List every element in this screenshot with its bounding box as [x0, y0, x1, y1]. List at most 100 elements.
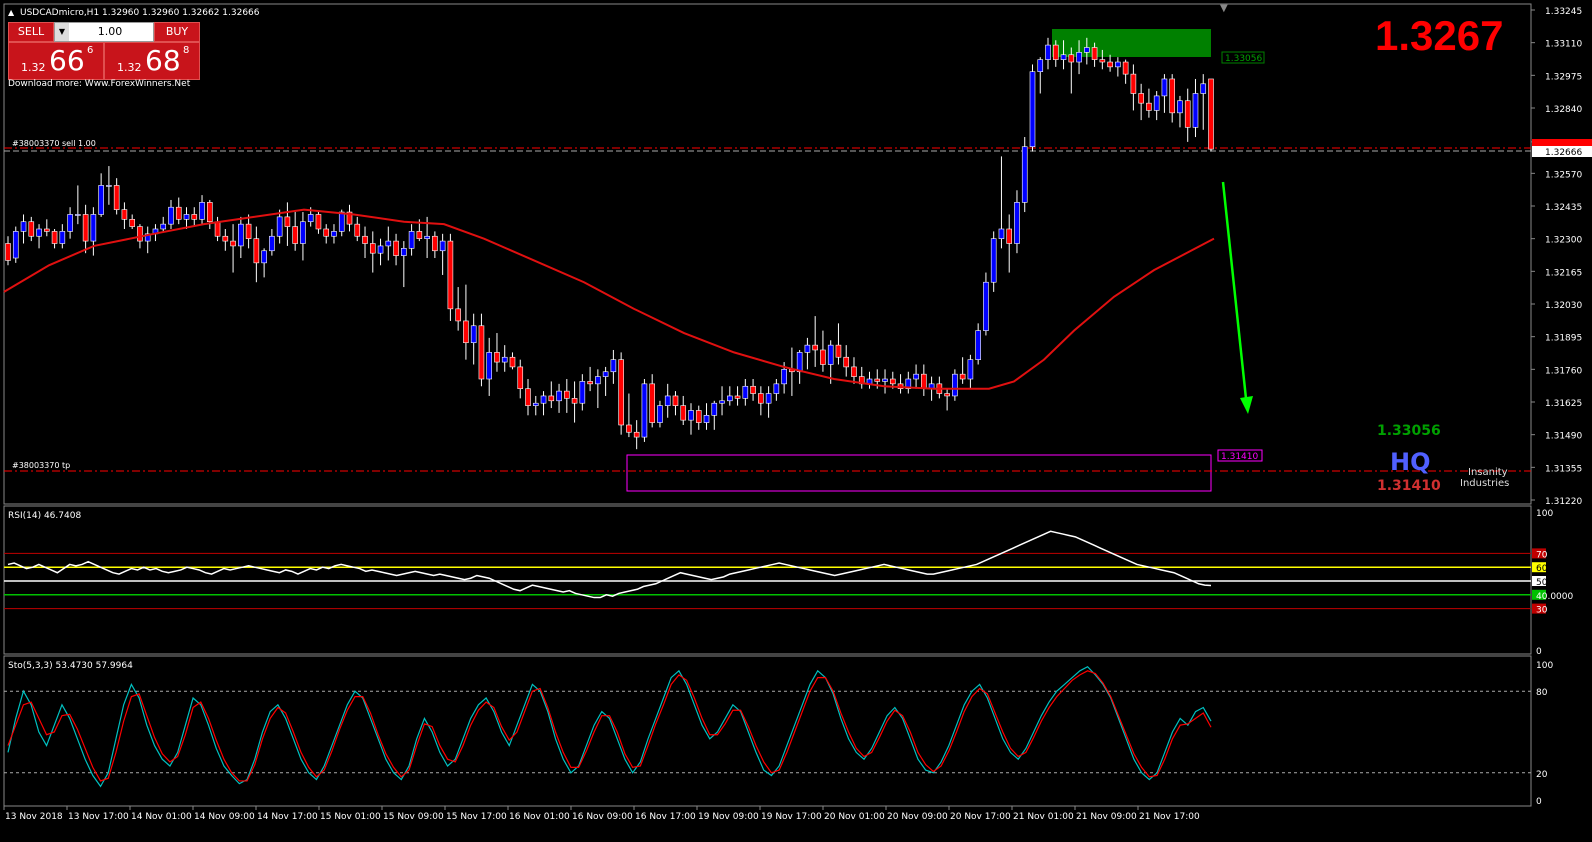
rsi-axis: 100 70 60.0000 50.0000 40.0000 30 0	[1532, 509, 1573, 657]
time-axis: 13 Nov 2018 13 Nov 17:00 14 Nov 01:00 14 No…	[3, 806, 1200, 822]
time-tick-label: 14 Nov 01:00	[131, 812, 192, 822]
time-tick-label: 20 Nov 17:00	[950, 812, 1011, 822]
price-tick-label: 1.31220	[1545, 497, 1582, 507]
candle-body	[944, 393, 950, 397]
candle-body	[1161, 78, 1168, 97]
candle-body	[812, 344, 818, 351]
candle-body	[835, 344, 842, 358]
candle-body	[478, 325, 485, 380]
candle-body	[183, 214, 190, 220]
candle-body	[1184, 100, 1191, 128]
candle-body	[626, 424, 632, 433]
candle-body	[137, 226, 143, 242]
candle-body	[245, 223, 252, 239]
candle-body	[28, 221, 35, 237]
candle-body	[432, 235, 438, 252]
rsi-tick-label: 100	[1536, 509, 1553, 519]
price-tick-label: 1.31490	[1545, 432, 1582, 442]
candle-body	[975, 330, 981, 360]
candle-body	[726, 395, 733, 402]
time-tick-label: 15 Nov 17:00	[446, 812, 507, 822]
candle-body	[587, 381, 593, 385]
candle-body	[990, 238, 997, 283]
price-tick-label: 1.32570	[1545, 170, 1582, 180]
candle-body	[827, 344, 834, 365]
candle-body	[447, 240, 454, 310]
ask-big: 68	[145, 44, 181, 77]
candle-body	[354, 223, 361, 237]
chart-canvas[interactable]: ▲ USDCADmicro,H1 1.32960 1.32960 1.32662…	[0, 0, 1592, 842]
candle-body	[1076, 52, 1082, 63]
price-tick-label: 1.32165	[1545, 268, 1582, 278]
price-tick-label: 1.32840	[1545, 105, 1582, 115]
candle-body	[494, 352, 500, 363]
candle-body	[1060, 54, 1067, 60]
rsi-tick-label: 40.0000	[1536, 592, 1573, 602]
candle-body	[1200, 83, 1207, 94]
current-price-tag-text: 1.32666	[1545, 148, 1582, 158]
candle-body	[804, 344, 811, 353]
lot-size-value[interactable]: 1.00	[71, 23, 149, 41]
candle-body	[160, 223, 167, 230]
candle-body	[758, 393, 764, 404]
candle-body	[657, 405, 663, 423]
price-tick-label: 1.33245	[1545, 7, 1582, 17]
sell-button[interactable]: SELL	[8, 22, 54, 42]
candle-body	[711, 402, 718, 416]
candle-body	[455, 308, 461, 322]
supply-zone	[1052, 29, 1211, 57]
price-tick-label: 1.32030	[1545, 301, 1582, 311]
candle-body	[12, 231, 19, 259]
candle-body	[168, 206, 174, 225]
candle-body	[331, 231, 337, 237]
candle-body	[1208, 78, 1214, 150]
buy-button[interactable]: BUY	[154, 22, 200, 42]
candle-body	[1037, 59, 1044, 73]
candle-body	[463, 320, 469, 344]
candle-body	[121, 209, 128, 220]
candle-body	[51, 231, 58, 244]
lot-size-field[interactable]: ▼ 1.00	[54, 22, 154, 42]
candle-body	[191, 214, 198, 220]
bid-sup: 6	[87, 45, 94, 56]
time-tick-label: 20 Nov 01:00	[824, 812, 885, 822]
candle-body	[424, 235, 430, 239]
ask-price-button[interactable]: 1.32 68 8	[104, 42, 200, 80]
candle-body	[175, 206, 182, 220]
rsi-tick-label: 0	[1536, 647, 1542, 657]
candle-body	[1029, 71, 1036, 148]
candle-body	[882, 378, 888, 382]
bid-price-button[interactable]: 1.32 66 6	[8, 42, 104, 80]
candle-body	[571, 398, 578, 404]
candle-body	[1192, 93, 1199, 128]
candle-body	[610, 359, 617, 373]
candle-body	[1169, 78, 1175, 114]
sell-price-tag	[1532, 139, 1592, 146]
shift-marker-icon: ▼	[1220, 3, 1228, 14]
chart-title-icon: ▲	[8, 8, 15, 17]
candle-body	[952, 373, 958, 397]
tp-label: #38003370 tp	[12, 461, 70, 470]
bid-prefix: 1.32	[21, 61, 46, 74]
rsi-tick-label: 30	[1536, 606, 1548, 616]
time-tick-label: 19 Nov 09:00	[698, 812, 759, 822]
candle-body	[1014, 202, 1020, 244]
time-tick-label: 15 Nov 01:00	[320, 812, 381, 822]
candle-body	[959, 373, 966, 380]
chevron-down-icon[interactable]: ▼	[55, 23, 69, 41]
candle-body	[292, 226, 298, 244]
time-tick-label: 16 Nov 09:00	[572, 812, 633, 822]
time-tick-label: 20 Nov 09:00	[887, 812, 948, 822]
candle-body	[5, 243, 11, 261]
stoch-tick-label: 20	[1536, 770, 1548, 780]
rsi-tick-label: 60.0000	[1536, 564, 1573, 574]
candle-body	[1107, 61, 1113, 68]
current-price-big: 1.3267	[1375, 12, 1504, 59]
candle-body	[517, 366, 524, 389]
candle-body	[276, 216, 283, 237]
candle-body	[641, 383, 648, 438]
candle-body	[548, 395, 555, 402]
candle-body	[734, 395, 741, 399]
logo-brand-line2: Industries	[1460, 478, 1509, 489]
candle-body	[796, 352, 803, 373]
